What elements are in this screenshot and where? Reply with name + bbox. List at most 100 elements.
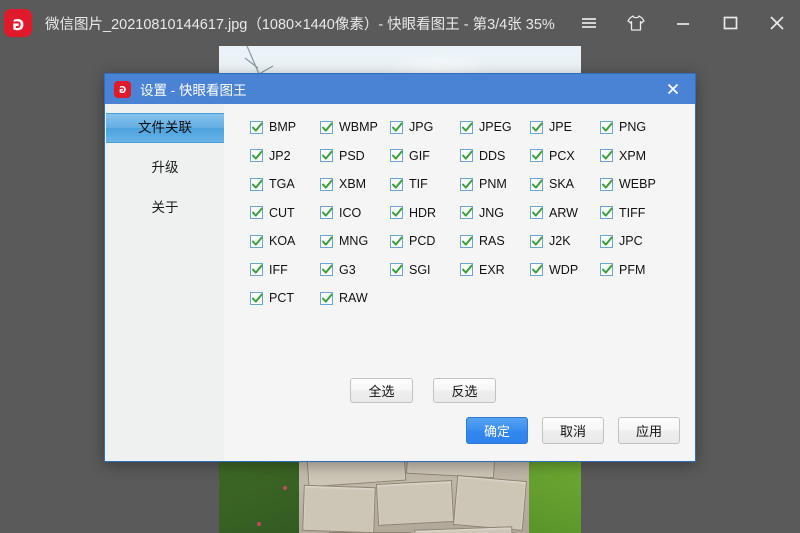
sidebar-item-upgrade[interactable]: 升级 [106,153,224,183]
checkbox-box[interactable] [460,149,473,163]
window-title-bar[interactable]: ɢ 微信图片_20210810144617.jpg（1080×1440像素）- … [0,0,800,46]
format-checkbox-png[interactable]: PNG [600,120,670,134]
apply-button[interactable]: 应用 [618,417,680,444]
checkmark-icon [392,122,403,132]
format-checkbox-jng[interactable]: JNG [460,206,530,220]
checkbox-box[interactable] [250,177,263,191]
format-checkbox-arw[interactable]: ARW [530,206,600,220]
select-all-button[interactable]: 全选 [350,378,413,403]
maximize-icon[interactable] [706,0,753,46]
checkbox-box[interactable] [390,263,403,277]
checkbox-box[interactable] [390,120,403,134]
invert-selection-button[interactable]: 反选 [433,378,496,403]
checkbox-box[interactable] [460,177,473,191]
checkbox-box[interactable] [530,177,543,191]
format-checkbox-ico[interactable]: ICO [320,206,390,220]
format-checkbox-gif[interactable]: GIF [390,149,460,163]
format-label: G3 [339,262,356,277]
format-checkbox-mng[interactable]: MNG [320,234,390,248]
checkbox-box[interactable] [320,149,333,163]
checkbox-box[interactable] [390,177,403,191]
checkbox-box[interactable] [530,234,543,248]
format-label: TGA [269,177,295,192]
checkbox-box[interactable] [320,291,333,305]
checkbox-box[interactable] [460,120,473,134]
checkbox-box[interactable] [250,263,263,277]
checkbox-box[interactable] [460,234,473,248]
format-checkbox-xpm[interactable]: XPM [600,149,670,163]
format-checkbox-ras[interactable]: RAS [460,234,530,248]
format-checkbox-jpeg[interactable]: JPEG [460,120,530,134]
format-checkbox-exr[interactable]: EXR [460,263,530,277]
checkbox-box[interactable] [600,206,613,220]
checkbox-box[interactable] [250,234,263,248]
checkbox-box[interactable] [460,206,473,220]
checkbox-box[interactable] [320,234,333,248]
format-label: RAS [479,234,505,249]
cancel-button[interactable]: 取消 [542,417,604,444]
format-checkbox-tif[interactable]: TIF [390,177,460,191]
checkbox-box[interactable] [600,120,613,134]
menu-icon[interactable] [565,0,612,46]
checkbox-box[interactable] [250,291,263,305]
checkbox-box[interactable] [600,177,613,191]
format-checkbox-tga[interactable]: TGA [250,177,320,191]
format-checkbox-hdr[interactable]: HDR [390,206,460,220]
format-checkbox-cut[interactable]: CUT [250,206,320,220]
sidebar-item-about[interactable]: 关于 [106,193,224,223]
checkbox-box[interactable] [530,263,543,277]
minimize-icon[interactable] [659,0,706,46]
checkbox-box[interactable] [600,149,613,163]
checkbox-box[interactable] [320,206,333,220]
format-checkbox-tiff[interactable]: TIFF [600,206,670,220]
format-checkbox-raw[interactable]: RAW [320,291,390,305]
checkbox-box[interactable] [600,263,613,277]
checkbox-box[interactable] [250,120,263,134]
format-checkbox-ska[interactable]: SKA [530,177,600,191]
format-checkbox-pcx[interactable]: PCX [530,149,600,163]
skin-icon[interactable] [612,0,659,46]
sidebar-item-file-association[interactable]: 文件关联 [106,113,224,143]
format-checkbox-pct[interactable]: PCT [250,291,320,305]
checkbox-box[interactable] [530,206,543,220]
checkbox-box[interactable] [250,149,263,163]
dialog-close-icon[interactable] [651,74,695,104]
checkbox-box[interactable] [320,120,333,134]
format-checkbox-jpe[interactable]: JPE [530,120,600,134]
format-checkbox-xbm[interactable]: XBM [320,177,390,191]
format-checkbox-jpc[interactable]: JPC [600,234,670,248]
format-checkbox-jpg[interactable]: JPG [390,120,460,134]
format-checkbox-g3[interactable]: G3 [320,263,390,277]
checkbox-box[interactable] [250,206,263,220]
format-checkbox-koa[interactable]: KOA [250,234,320,248]
checkbox-box[interactable] [460,263,473,277]
checkbox-box[interactable] [530,120,543,134]
checkbox-box[interactable] [390,234,403,248]
format-checkbox-iff[interactable]: IFF [250,263,320,277]
checkbox-box[interactable] [320,177,333,191]
format-label: SGI [409,262,431,277]
format-checkbox-wbmp[interactable]: WBMP [320,120,390,134]
format-checkbox-dds[interactable]: DDS [460,149,530,163]
checkmark-icon [252,122,263,132]
format-checkbox-bmp[interactable]: BMP [250,120,320,134]
checkbox-box[interactable] [600,234,613,248]
checkbox-box[interactable] [390,149,403,163]
ok-button[interactable]: 确定 [466,417,528,444]
format-checkbox-j2k[interactable]: J2K [530,234,600,248]
format-checkbox-webp[interactable]: WEBP [600,177,670,191]
format-checkbox-psd[interactable]: PSD [320,149,390,163]
format-checkbox-pfm[interactable]: PFM [600,263,670,277]
format-checkbox-wdp[interactable]: WDP [530,263,600,277]
close-icon[interactable] [753,0,800,46]
dialog-title-bar[interactable]: ɢ 设置 - 快眼看图王 [105,74,695,104]
checkbox-box[interactable] [320,263,333,277]
format-checkbox-pcd[interactable]: PCD [390,234,460,248]
checkbox-box[interactable] [390,206,403,220]
checkmark-icon [602,179,613,189]
format-checkbox-jp2[interactable]: JP2 [250,149,320,163]
format-label: HDR [409,205,437,220]
checkbox-box[interactable] [530,149,543,163]
format-checkbox-sgi[interactable]: SGI [390,263,460,277]
format-checkbox-pnm[interactable]: PNM [460,177,530,191]
